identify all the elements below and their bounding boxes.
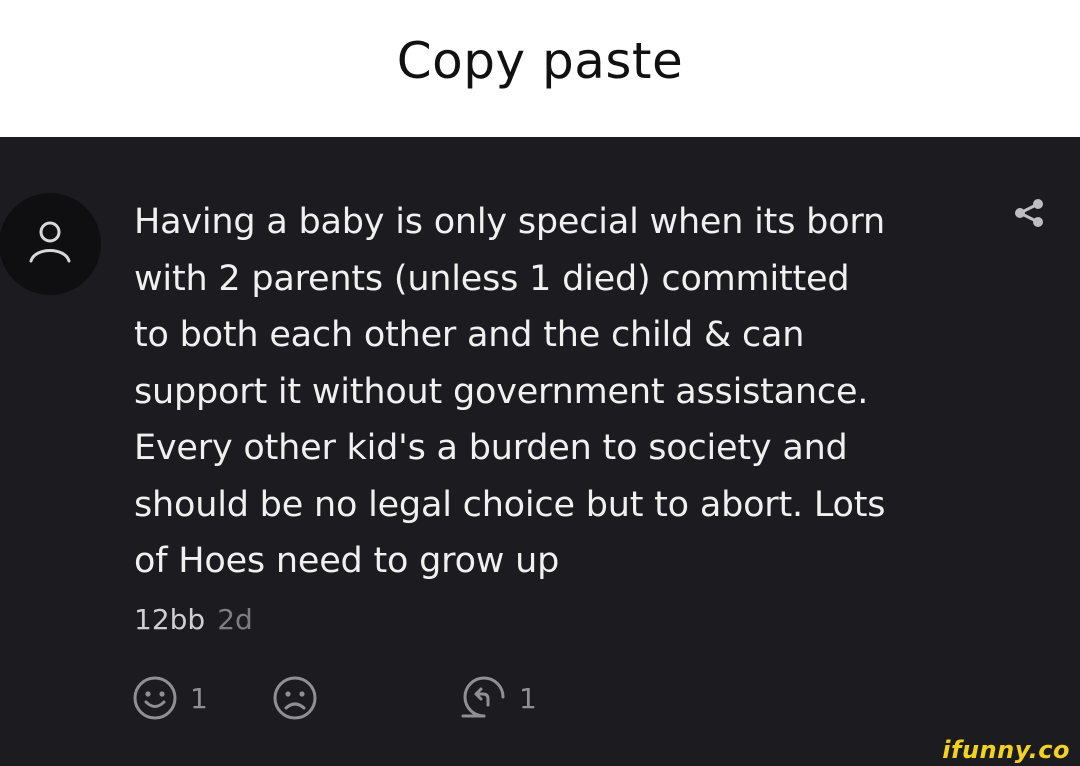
like-button[interactable]: 1 — [132, 675, 208, 721]
share-icon — [1015, 199, 1043, 227]
like-count: 1 — [190, 681, 208, 715]
dislike-button[interactable] — [272, 675, 318, 721]
watermark: ifunny.co — [942, 736, 1070, 764]
reply-icon — [461, 676, 505, 718]
meme-caption: Copy paste — [0, 0, 1080, 137]
reply-button[interactable]: 1 — [461, 675, 537, 721]
avatar[interactable] — [0, 193, 101, 295]
username[interactable]: 12bb — [134, 603, 205, 636]
reply-count: 1 — [519, 681, 537, 715]
timestamp: 2d — [217, 603, 253, 636]
comment-meta: 12bb 2d — [134, 603, 253, 636]
comment-body: Having a baby is only special when its b… — [134, 202, 886, 581]
comment-screenshot: Having a baby is only special when its b… — [0, 137, 1080, 766]
user-placeholder-icon — [29, 221, 71, 263]
smile-icon — [133, 676, 177, 720]
share-button[interactable] — [1011, 196, 1047, 232]
caption-text: Copy paste — [396, 31, 684, 90]
frown-icon — [273, 676, 317, 720]
